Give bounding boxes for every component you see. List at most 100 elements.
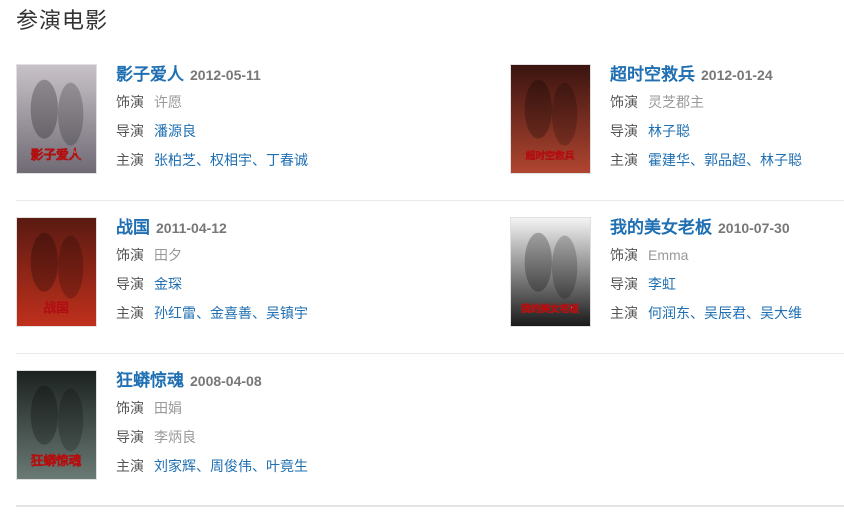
person-link[interactable]: 郭品超 — [704, 152, 746, 168]
person-link[interactable]: 金喜善 — [210, 305, 252, 321]
movie-title-link[interactable]: 超时空救兵 — [610, 65, 695, 84]
cast-label: 主演 — [116, 152, 144, 168]
director-line: 导演 潘源良 — [116, 117, 416, 146]
release-date: 2011-04-12 — [156, 220, 227, 236]
movie-row: 战国 战国 2011-04-12 饰演 田夕 导演 金琛 主演 孙红雷、金喜善、吴镇宇 我的美女… — [16, 201, 844, 354]
role-line: 饰演 Emma — [610, 241, 844, 270]
movie-title-link[interactable]: 战国 — [116, 218, 150, 237]
title-line: 超时空救兵 2012-01-24 — [610, 62, 844, 88]
cast-line: 主演 刘家辉、周俊伟、叶竟生 — [116, 452, 416, 481]
movie-poster[interactable]: 超时空救兵 — [510, 64, 591, 174]
svg-text:超时空救兵: 超时空救兵 — [525, 149, 575, 162]
separator: 、 — [746, 152, 760, 168]
person-link[interactable]: 潘源良 — [154, 123, 196, 139]
movie-poster[interactable]: 影子爱人 — [16, 64, 97, 174]
separator: 、 — [196, 152, 210, 168]
movie-row: 狂蟒惊魂 狂蟒惊魂 2008-04-08 饰演 田娟 导演 李炳良 主演 刘家辉、周俊伟、叶竟生 — [16, 354, 844, 507]
role-line: 饰演 灵芝郡主 — [610, 88, 844, 117]
person-link[interactable]: 林子聪 — [760, 152, 802, 168]
movie-poster[interactable]: 战国 — [16, 217, 97, 327]
cast-line: 主演 孙红雷、金喜善、吴镇宇 — [116, 299, 416, 328]
separator: 、 — [690, 305, 704, 321]
movie-list: 影子爱人 影子爱人 2012-05-11 饰演 许愿 导演 潘源良 主演 张柏芝、权相宇、丁春诚… — [16, 48, 844, 507]
role-name: 许愿 — [154, 94, 182, 110]
separator: 、 — [252, 305, 266, 321]
svg-text:我的美女老板: 我的美女老板 — [521, 302, 580, 315]
person-link[interactable]: 林子聪 — [648, 123, 690, 139]
title-line: 战国 2011-04-12 — [116, 215, 416, 241]
director-line: 导演 金琛 — [116, 270, 416, 299]
movie-title-link[interactable]: 影子爱人 — [116, 65, 184, 84]
person-link[interactable]: 吴大维 — [760, 305, 802, 321]
movie-info: 影子爱人 2012-05-11 饰演 许愿 导演 潘源良 主演 张柏芝、权相宇、丁春诚 — [116, 62, 416, 175]
role-line: 饰演 许愿 — [116, 88, 416, 117]
person-link[interactable]: 周俊伟 — [210, 458, 252, 474]
cast-label: 主演 — [116, 458, 144, 474]
person-link[interactable]: 孙红雷 — [154, 305, 196, 321]
release-date: 2012-05-11 — [190, 67, 261, 83]
person-link[interactable]: 丁春诚 — [266, 152, 308, 168]
director-label: 导演 — [610, 276, 638, 292]
release-date: 2008-04-08 — [190, 373, 262, 389]
section-title: 参演电影 — [16, 8, 109, 33]
movie-row: 影子爱人 影子爱人 2012-05-11 饰演 许愿 导演 潘源良 主演 张柏芝、权相宇、丁春诚… — [16, 48, 844, 201]
svg-text:战国: 战国 — [43, 300, 68, 315]
title-line: 狂蟒惊魂 2008-04-08 — [116, 368, 416, 394]
cast-line: 主演 霍建华、郭品超、林子聪 — [610, 146, 844, 175]
role-label: 饰演 — [610, 94, 638, 110]
director-label: 导演 — [116, 429, 144, 445]
cast-label: 主演 — [610, 305, 638, 321]
title-line: 影子爱人 2012-05-11 — [116, 62, 416, 88]
person-link[interactable]: 刘家辉 — [154, 458, 196, 474]
person-link[interactable]: 吴镇宇 — [266, 305, 308, 321]
separator: 、 — [746, 305, 760, 321]
cast-line: 主演 张柏芝、权相宇、丁春诚 — [116, 146, 416, 175]
movie-title-link[interactable]: 狂蟒惊魂 — [116, 371, 184, 390]
director-label: 导演 — [116, 276, 144, 292]
svg-text:影子爱人: 影子爱人 — [31, 147, 82, 162]
movie-info: 超时空救兵 2012-01-24 饰演 灵芝郡主 导演 林子聪 主演 霍建华、郭品超、林子聪 — [610, 62, 844, 175]
svg-text:狂蟒惊魂: 狂蟒惊魂 — [31, 453, 82, 468]
separator: 、 — [252, 458, 266, 474]
person-link[interactable]: 何润东 — [648, 305, 690, 321]
role-line: 饰演 田娟 — [116, 394, 416, 423]
movie-poster[interactable]: 我的美女老板 — [510, 217, 591, 327]
role-label: 饰演 — [610, 247, 638, 263]
person-link[interactable]: 叶竟生 — [266, 458, 308, 474]
separator: 、 — [252, 152, 266, 168]
movie-info: 我的美女老板 2010-07-30 饰演 Emma 导演 李虹 主演 何润东、吴辰君、吴大维 — [610, 215, 844, 328]
director-name: 李炳良 — [154, 429, 196, 445]
person-link[interactable]: 吴辰君 — [704, 305, 746, 321]
role-name: 田娟 — [154, 400, 182, 416]
role-label: 饰演 — [116, 400, 144, 416]
release-date: 2010-07-30 — [718, 220, 790, 236]
movie-title-link[interactable]: 我的美女老板 — [610, 218, 712, 237]
director-line: 导演 林子聪 — [610, 117, 844, 146]
title-line: 我的美女老板 2010-07-30 — [610, 215, 844, 241]
person-link[interactable]: 李虹 — [648, 276, 676, 292]
separator: 、 — [196, 305, 210, 321]
person-link[interactable]: 张柏芝 — [154, 152, 196, 168]
person-link[interactable]: 金琛 — [154, 276, 182, 292]
role-label: 饰演 — [116, 94, 144, 110]
person-link[interactable]: 权相宇 — [210, 152, 252, 168]
movie-info: 狂蟒惊魂 2008-04-08 饰演 田娟 导演 李炳良 主演 刘家辉、周俊伟、叶竟生 — [116, 368, 416, 481]
role-name: 田夕 — [154, 247, 182, 263]
movie-poster[interactable]: 狂蟒惊魂 — [16, 370, 97, 480]
cast-label: 主演 — [610, 152, 638, 168]
cast-line: 主演 何润东、吴辰君、吴大维 — [610, 299, 844, 328]
director-line: 导演 李炳良 — [116, 423, 416, 452]
director-label: 导演 — [116, 123, 144, 139]
person-link[interactable]: 霍建华 — [648, 152, 690, 168]
separator: 、 — [196, 458, 210, 474]
role-name: 灵芝郡主 — [648, 94, 704, 110]
movie-info: 战国 2011-04-12 饰演 田夕 导演 金琛 主演 孙红雷、金喜善、吴镇宇 — [116, 215, 416, 328]
role-name: Emma — [648, 247, 689, 263]
director-line: 导演 李虹 — [610, 270, 844, 299]
cast-label: 主演 — [116, 305, 144, 321]
role-label: 饰演 — [116, 247, 144, 263]
separator: 、 — [690, 152, 704, 168]
role-line: 饰演 田夕 — [116, 241, 416, 270]
director-label: 导演 — [610, 123, 638, 139]
release-date: 2012-01-24 — [701, 67, 773, 83]
